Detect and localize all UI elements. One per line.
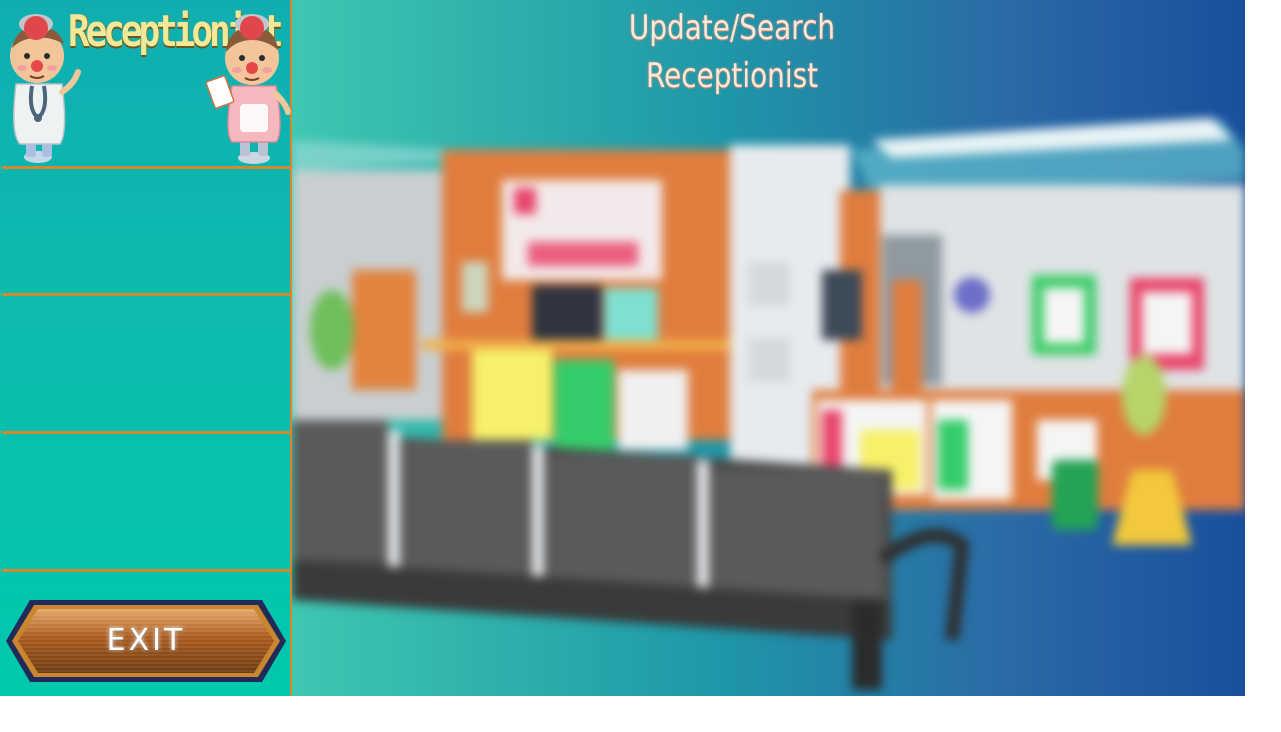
page-title: Update/Search Receptionist: [617, 4, 847, 100]
sidebar-divider: [2, 431, 290, 434]
sidebar-divider: [2, 569, 290, 572]
sidebar-menu-slot: [2, 435, 290, 569]
sidebar-divider: [2, 166, 290, 169]
sidebar-divider: [2, 293, 290, 296]
exit-button[interactable]: EXIT: [4, 598, 288, 684]
sidebar-menu-slot: [2, 170, 290, 294]
sidebar: Receptionist EXIT: [0, 0, 292, 696]
page-title-line-1: Update/Search: [628, 8, 836, 48]
sidebar-header: Receptionist: [0, 0, 291, 167]
exit-button-label: EXIT: [106, 623, 186, 658]
nurse-character-icon: [206, 14, 291, 164]
main-panel: Update/Search Receptionist: [292, 0, 1245, 696]
page-title-line-2: Receptionist: [645, 56, 819, 96]
reception-background-image: [292, 118, 1245, 690]
app-window: Receptionist EXIT Update/Search Receptio…: [0, 0, 1245, 696]
sidebar-menu-slot: [2, 297, 290, 431]
